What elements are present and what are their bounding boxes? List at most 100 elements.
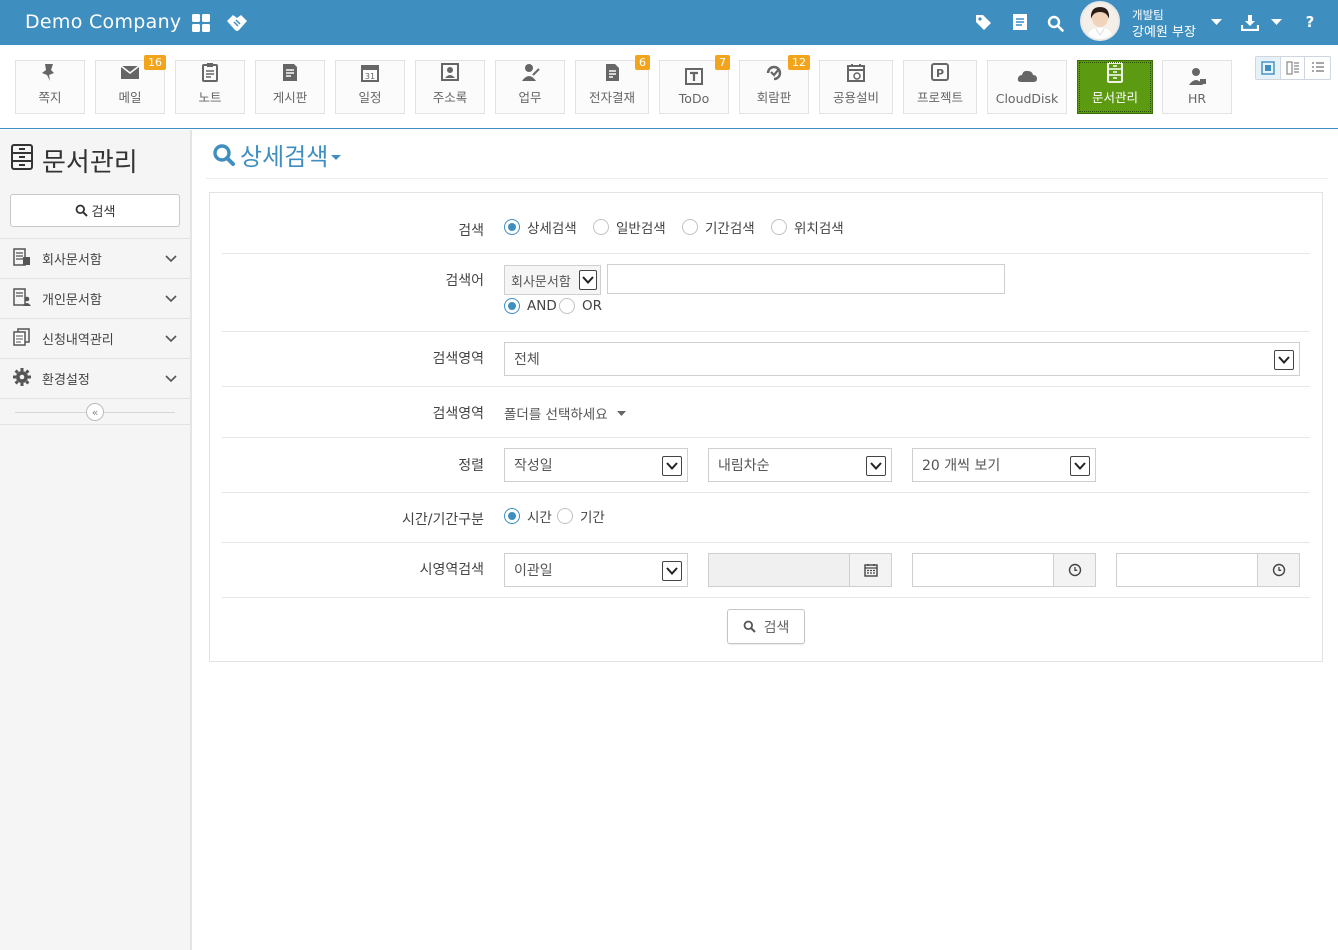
- sidebar-item-settings[interactable]: 환경설정: [0, 358, 190, 398]
- notification-badge: 6: [635, 55, 650, 70]
- radio-dot: [504, 508, 520, 524]
- download-caret-icon[interactable]: [1269, 17, 1283, 27]
- sidebar-item-label: 회사문서함: [42, 253, 102, 268]
- radio-dot: [593, 219, 609, 235]
- search-form-panel: [209, 192, 1323, 662]
- single-view-icon[interactable]: [1256, 57, 1281, 79]
- sort-label: 정렬: [458, 458, 484, 474]
- radio-period-search[interactable]: 기간검색: [682, 217, 755, 237]
- facility-calendar-icon: [845, 61, 867, 86]
- search-icon[interactable]: [1045, 13, 1065, 33]
- time-search-label: 시영역검색: [419, 562, 484, 578]
- app-노트[interactable]: 노트: [175, 60, 245, 114]
- document-icon[interactable]: [1010, 12, 1030, 32]
- app-쪽지[interactable]: 쪽지: [15, 60, 85, 114]
- app-주소록[interactable]: 주소록: [415, 60, 485, 114]
- radio-dot: [557, 508, 573, 524]
- page-title[interactable]: 상세검색: [212, 137, 342, 172]
- app-프로젝트[interactable]: P 프로젝트: [903, 60, 977, 114]
- chevron-down-icon: [1070, 456, 1090, 476]
- radio-label: 기간검색: [705, 221, 755, 237]
- radio-general-search[interactable]: 일반검색: [593, 217, 666, 237]
- radio-logic-and[interactable]: AND: [504, 298, 557, 314]
- sidebar-item-company-docs[interactable]: 회사문서함: [0, 238, 190, 278]
- sort-field-select[interactable]: 작성일: [504, 448, 688, 482]
- user-avatar[interactable]: [1080, 1, 1120, 41]
- tag-icon[interactable]: [974, 13, 994, 33]
- sidebar-item-label: 개인문서함: [42, 293, 102, 308]
- radio-label: 위치검색: [794, 221, 844, 237]
- radio-location-search[interactable]: 위치검색: [771, 217, 844, 237]
- radio-period[interactable]: 기간: [557, 506, 605, 526]
- collapse-sidebar-button[interactable]: «: [86, 403, 104, 421]
- app-launcher-bar: 쪽지 메일 16 노트 게시판 31 일정 주소록 업무 전자결재 6 ToDo 7 회람판 12 공용설비 P…: [0, 45, 1338, 129]
- app-label: 메일: [118, 90, 142, 105]
- app-게시판[interactable]: 게시판: [255, 60, 325, 114]
- notification-badge: 7: [715, 55, 730, 70]
- radio-logic-or[interactable]: OR: [559, 298, 602, 314]
- sidebar-search-button[interactable]: 검색: [10, 194, 180, 227]
- sort-order-select[interactable]: 내림차순: [708, 448, 892, 482]
- chevron-down-icon: [165, 332, 177, 347]
- clock-icon[interactable]: [1053, 554, 1095, 586]
- sidebar-item-request-history[interactable]: 신청내역관리: [0, 318, 190, 358]
- time-from-input[interactable]: [913, 554, 1053, 586]
- notification-badge: 12: [788, 55, 810, 70]
- row-divider: [222, 253, 1310, 254]
- app-ToDo[interactable]: ToDo 7: [659, 55, 730, 114]
- time-to-input[interactable]: [1117, 554, 1257, 586]
- top-navigation-bar: Demo Company 개발팀 강예원 부장 ?: [0, 0, 1338, 45]
- app-CloudDisk[interactable]: CloudDisk: [987, 60, 1067, 114]
- radio-detail-search[interactable]: 상세검색: [504, 217, 577, 237]
- radio-time[interactable]: 시간: [504, 506, 552, 526]
- app-회람판[interactable]: 회람판 12: [739, 55, 810, 114]
- user-name[interactable]: 강예원 부장: [1132, 21, 1196, 40]
- app-label: CloudDisk: [995, 91, 1059, 106]
- app-일정[interactable]: 31 일정: [335, 60, 405, 114]
- chevron-down-icon: [165, 252, 177, 267]
- split-view-icon[interactable]: [1281, 57, 1306, 79]
- app-HR[interactable]: HR: [1162, 60, 1232, 114]
- row-divider: [222, 437, 1310, 438]
- app-업무[interactable]: 업무: [495, 60, 565, 114]
- search-area-select[interactable]: 전체: [504, 342, 1300, 376]
- folder-select-dropdown[interactable]: 폴더를 선택하세요: [504, 403, 626, 423]
- clock-icon[interactable]: [1257, 554, 1299, 586]
- handshake-icon[interactable]: [224, 11, 250, 35]
- company-brand[interactable]: Demo Company: [25, 11, 181, 33]
- radio-label: 시간: [527, 510, 552, 526]
- download-icon[interactable]: [1240, 12, 1260, 32]
- sidebar-item-personal-docs[interactable]: 개인문서함: [0, 278, 190, 318]
- list-view-icon[interactable]: [1305, 57, 1330, 79]
- date-input-group: [708, 553, 892, 587]
- page-size-select[interactable]: 20 개씩 보기: [912, 448, 1096, 482]
- task-person-icon: [519, 61, 541, 86]
- app-문서관리[interactable]: 문서관리: [1077, 60, 1153, 114]
- keyword-scope-select[interactable]: 회사문서함: [504, 265, 601, 295]
- contact-card-icon: [439, 61, 461, 86]
- app-메일[interactable]: 메일 16: [95, 55, 166, 114]
- select-value: 이관일: [514, 563, 553, 579]
- app-공용설비[interactable]: 공용설비: [819, 60, 893, 114]
- date-input[interactable]: [709, 554, 849, 586]
- todo-icon: [683, 65, 705, 90]
- search-icon: [75, 204, 88, 217]
- user-menu-caret-icon[interactable]: [1209, 17, 1223, 27]
- search-submit-button[interactable]: 검색: [727, 609, 805, 644]
- folder-select-text: 폴더를 선택하세요: [504, 407, 608, 423]
- app-전자결재[interactable]: 전자결재 6: [575, 55, 650, 114]
- radio-label: AND: [527, 298, 557, 314]
- select-value: 20 개씩 보기: [922, 458, 1001, 474]
- chevron-down-icon: [866, 456, 886, 476]
- row-divider: [222, 597, 1310, 598]
- keyword-input[interactable]: [607, 264, 1005, 294]
- time-field-select[interactable]: 이관일: [504, 553, 688, 587]
- view-mode-toggle: [1255, 56, 1331, 80]
- document-cabinet-icon: [10, 143, 34, 178]
- help-icon[interactable]: ?: [1302, 12, 1318, 32]
- calendar-icon[interactable]: [849, 554, 891, 586]
- circular-icon: [763, 61, 785, 86]
- apps-grid-icon[interactable]: [190, 12, 212, 34]
- search-type-label: 검색: [458, 223, 484, 239]
- caret-down-icon: [616, 410, 626, 416]
